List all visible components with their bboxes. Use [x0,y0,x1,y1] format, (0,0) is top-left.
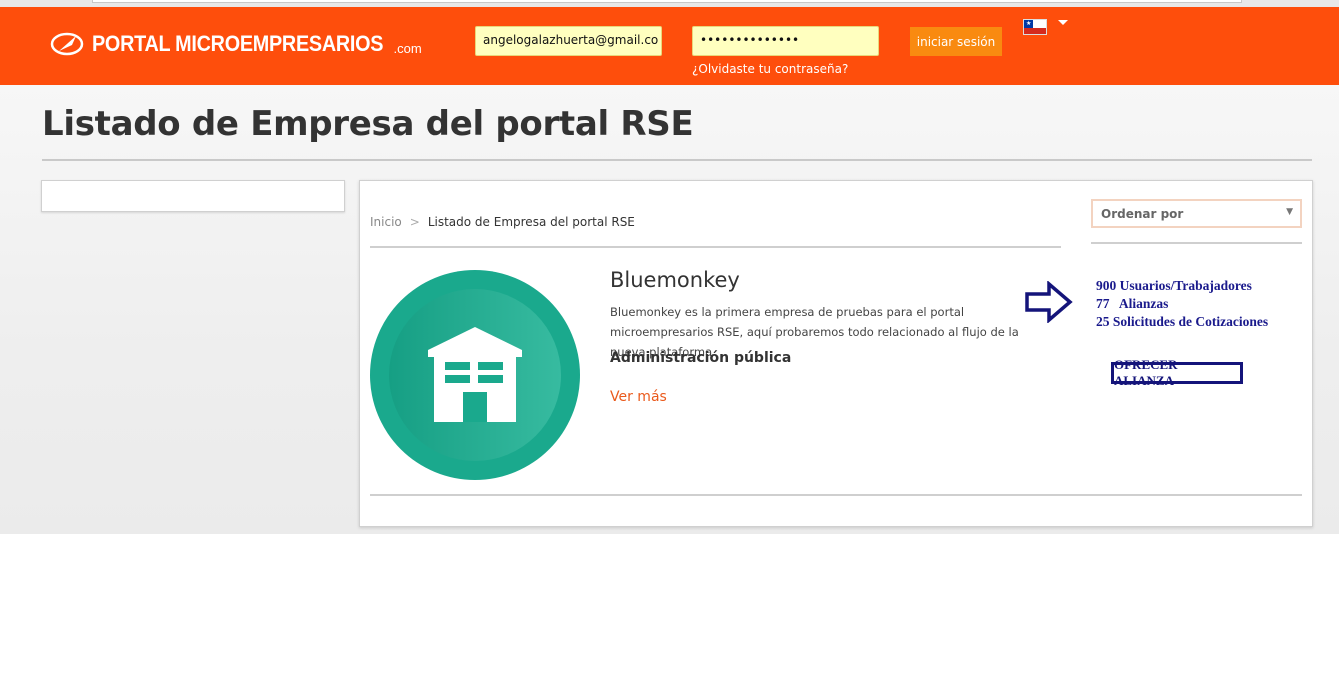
stat-users: 900 Usuarios/Trabajadores [1096,278,1252,293]
arrow-right-icon [1025,280,1073,324]
address-bar[interactable] [92,0,1242,3]
breadcrumb-separator: > [409,215,420,229]
chevron-down-icon: ▼ [1286,207,1293,217]
breadcrumb-divider [370,246,1061,248]
breadcrumb-current: Listado de Empresa del portal RSE [427,215,635,229]
breadcrumb-home-link[interactable]: Inicio [370,215,402,229]
breadcrumb: Inicio > Listado de Empresa del portal R… [370,215,635,229]
stat-alliances: 77 Alianzas [1096,296,1169,311]
site-logo[interactable]: PORTAL MICROEMPRESARIOS .com [50,29,422,59]
view-more-link[interactable]: Ver más [610,389,667,405]
rocket-logo-icon [50,31,86,57]
browser-chrome-strip [0,0,1339,7]
login-button[interactable]: iniciar sesión [910,27,1002,56]
forgot-password-link[interactable]: ¿Olvidaste tu contraseña? [692,62,848,76]
offer-alliance-button[interactable]: OFRECER ALIANZA [1111,357,1243,388]
email-field[interactable]: angelogalazhuerta@gmail.co [475,26,662,56]
company-stats: 900 Usuarios/Trabajadores 77 Alianzas 25… [1096,277,1268,331]
top-header: PORTAL MICROEMPRESARIOS .com angelogalaz… [0,7,1339,85]
chevron-down-icon[interactable] [1058,20,1068,25]
logo-suffix: .com [393,40,422,56]
sort-divider [1091,242,1302,244]
company-sector: Administración pública [610,350,792,366]
item-divider [370,494,1302,496]
title-divider [42,159,1312,161]
stat-quotes: 25 Solicitudes de Cotizaciones [1096,314,1269,329]
sidebar-filter-box[interactable] [41,180,345,212]
chile-flag-icon[interactable] [1023,19,1047,35]
sort-select[interactable]: Ordenar por ▼ [1091,199,1302,228]
building-icon[interactable] [370,270,580,480]
page-title: Listado de Empresa del portal RSE [42,104,694,144]
company-name[interactable]: Bluemonkey [610,268,740,292]
password-field[interactable]: •••••••••••••• [692,26,879,56]
sort-select-label: Ordenar por [1101,207,1184,221]
logo-text: PORTAL MICROEMPRESARIOS [92,31,384,56]
